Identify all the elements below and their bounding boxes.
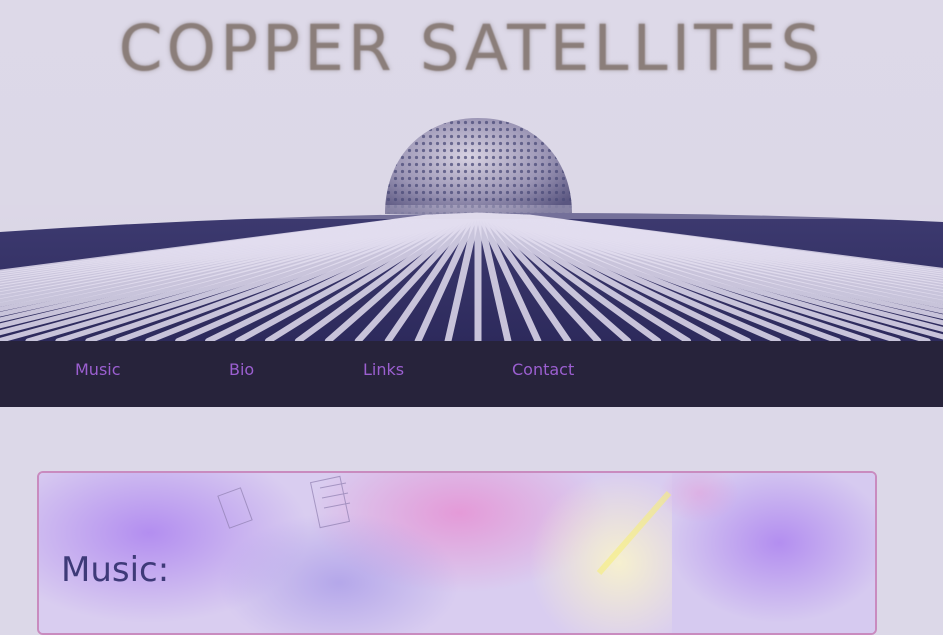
nav-link-contact[interactable]: Contact <box>512 360 574 379</box>
section-heading-music: Music: <box>61 550 169 590</box>
site-title: COPPER SATELLITES <box>0 12 943 85</box>
nav-link-bio[interactable]: Bio <box>229 360 254 379</box>
music-section-card: Music: <box>37 471 877 635</box>
main-nav: Music Bio Links Contact <box>0 341 943 407</box>
header-banner: COPPER SATELLITES <box>0 0 943 341</box>
nav-link-music[interactable]: Music <box>75 360 121 379</box>
nav-link-links[interactable]: Links <box>363 360 404 379</box>
